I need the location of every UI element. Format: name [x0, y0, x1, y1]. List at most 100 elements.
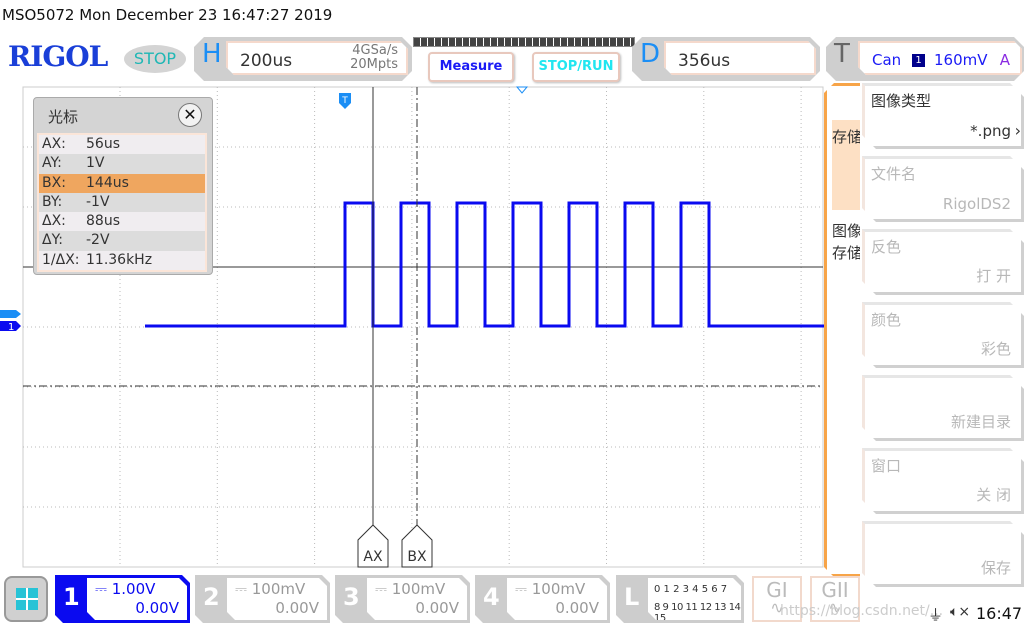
- channel-number: 1: [63, 583, 80, 611]
- rigol-logo: RIGOL: [8, 40, 108, 73]
- cursor-readout-list: AX: 56us AY: 1V BX: 144us BY: -1V ΔX: 88us ΔY: -2V 1…: [37, 133, 207, 273]
- side-menu: 存储 图像存储 图像类型 *.png › 文件名 RigolDS2 反色打 开颜色彩色新建…: [822, 83, 1024, 579]
- menu-item-value: 彩色: [980, 340, 1011, 358]
- channel-3-panel[interactable]: 3 ⎓ 100mV 0.00V: [335, 575, 470, 623]
- cursor-row[interactable]: ΔX: 88us: [39, 212, 205, 232]
- horizontal-letter: H: [202, 39, 222, 69]
- cursor-row[interactable]: BX: 144us: [39, 173, 205, 193]
- channel-1-panel[interactable]: 1 ⎓ 1.00V 0.00V: [55, 575, 190, 623]
- dc-coupling-icon: ⎓: [375, 580, 392, 598]
- side-menu-item[interactable]: 颜色彩色: [862, 302, 1024, 368]
- trigger-panel[interactable]: T Can 1 160mV A: [826, 37, 1024, 81]
- cursor-row[interactable]: AY: 1V: [39, 154, 205, 174]
- dc-coupling-icon: ⎓: [95, 580, 112, 598]
- memory-depth: 20Mpts: [350, 57, 398, 72]
- sample-rate: 4GSa/s: [352, 43, 398, 58]
- trigger-position-label: T: [341, 96, 348, 106]
- usb-icon: ⏚: [928, 606, 944, 624]
- watermark: https://blog.csdn.net/...: [780, 603, 944, 619]
- menu-item-title: 颜色: [871, 311, 902, 329]
- channel-1-marker-label: 1: [8, 322, 14, 333]
- cursor-a-label: AX: [363, 549, 383, 565]
- cursor-row-key: ΔY:: [42, 232, 63, 249]
- channel-offset: 0.00V: [415, 599, 459, 617]
- trigger-source-badge: 1: [912, 54, 925, 67]
- side-menu-item[interactable]: 图像类型 *.png ›: [862, 83, 1024, 149]
- stop-run-button[interactable]: STOP/RUN: [532, 52, 620, 82]
- memory-position-bar[interactable]: [413, 37, 635, 47]
- delay-value: 356us: [678, 51, 731, 71]
- menu-item-value: 保存: [980, 559, 1011, 577]
- cursor-row-value: -2V: [86, 232, 110, 249]
- cursor-row-key: AX:: [42, 136, 66, 152]
- trigger-level-marker: [0, 310, 21, 318]
- channel-2-panel[interactable]: 2 ⎓ 100mV 0.00V: [195, 575, 330, 623]
- logic-row-1: 0 1 2 3 4 5 6 7: [654, 584, 728, 595]
- cursor-row[interactable]: BY: -1V: [39, 192, 205, 213]
- ch1-waveform: [145, 201, 830, 328]
- side-menu-item[interactable]: 保存: [862, 521, 1024, 587]
- tab-storage[interactable]: 存储: [832, 120, 862, 210]
- cursor-row-key: AY:: [42, 155, 62, 172]
- menu-item-value: *.png: [970, 122, 1011, 140]
- menu-item-value: RigolDS2: [942, 195, 1011, 213]
- logic-channel-panel[interactable]: L 0 1 2 3 4 5 6 7 8 9 10 11 12 13 14 15: [616, 575, 744, 623]
- side-menu-item[interactable]: 文件名 RigolDS2: [862, 156, 1024, 222]
- measure-button[interactable]: Measure: [428, 52, 514, 82]
- menu-item-title: 窗口: [871, 457, 902, 475]
- mute-icon[interactable]: 🔈︎×: [950, 604, 970, 620]
- cursor-row-key: BX:: [42, 174, 66, 191]
- close-icon[interactable]: ✕: [178, 103, 202, 127]
- side-menu-item[interactable]: 反色打 开: [862, 229, 1024, 295]
- cursor-row[interactable]: ΔY: -2V: [39, 231, 205, 251]
- cursor-row-key: BY:: [42, 193, 63, 210]
- grid-icon: [16, 588, 38, 610]
- side-menu-item[interactable]: 窗口关 闭: [862, 448, 1024, 514]
- channel-scale: ⎓ 100mV: [235, 580, 306, 598]
- channel-offset: 0.00V: [275, 599, 319, 617]
- delay-letter: D: [640, 39, 661, 69]
- horizontal-panel[interactable]: H 200us 4GSa/s 20Mpts: [194, 37, 412, 81]
- cursor-b-label: BX: [407, 549, 427, 565]
- side-tab-frame: 存储 图像存储: [824, 83, 860, 577]
- channel-scale: ⎓ 1.00V: [95, 580, 156, 598]
- side-menu-item[interactable]: 新建目录: [862, 375, 1024, 441]
- menu-item-value: 新建目录: [950, 413, 1011, 431]
- channel-scale: ⎓ 100mV: [375, 580, 446, 598]
- cursor-row[interactable]: 1/ΔX: 11.36kHz: [39, 250, 205, 271]
- menu-item-value: 关 闭: [976, 486, 1011, 504]
- channel-number: 2: [203, 583, 220, 611]
- chevron-right-icon: ›: [1014, 121, 1021, 140]
- channel-number: 4: [483, 583, 500, 611]
- apps-button[interactable]: [4, 576, 48, 622]
- cursor-row-value: 88us: [86, 213, 120, 230]
- window-title: MSO5072 Mon December 23 16:47:27 2019: [2, 6, 333, 24]
- trigger-letter: T: [834, 39, 850, 69]
- menu-item-title: 图像类型: [871, 92, 932, 110]
- menu-item-value: 打 开: [976, 267, 1011, 285]
- tab-image-storage[interactable]: 图像存储: [832, 214, 862, 314]
- menu-item-title: 反色: [871, 238, 902, 256]
- channel-offset: 0.00V: [555, 599, 599, 617]
- cursor-row-value: 1V: [86, 155, 105, 172]
- logic-row-2: 8 9 10 11 12 13 14 15: [654, 602, 741, 624]
- cursor-row-value: 11.36kHz: [86, 251, 153, 268]
- cursor-row-value: -1V: [86, 193, 110, 210]
- cursor-row-key: ΔX:: [42, 213, 66, 230]
- channel-scale: ⎓ 100mV: [515, 580, 586, 598]
- cursor-row[interactable]: AX: 56us: [39, 135, 205, 155]
- delay-panel[interactable]: D 356us: [632, 37, 820, 81]
- run-state-badge[interactable]: STOP: [124, 45, 186, 73]
- menu-item-title: 文件名: [871, 165, 917, 183]
- trigger-type: Can: [872, 51, 902, 69]
- center-marker: [515, 86, 529, 94]
- channel-4-panel[interactable]: 4 ⎓ 100mV 0.00V: [475, 575, 610, 623]
- channel-number: 3: [343, 583, 360, 611]
- clock: 16:47: [976, 604, 1023, 623]
- cursor-row-value: 56us: [86, 136, 120, 152]
- channel-offset: 0.00V: [135, 599, 179, 617]
- logic-letter: L: [624, 583, 640, 611]
- dc-coupling-icon: ⎓: [515, 580, 532, 598]
- cursor-row-key: 1/ΔX:: [42, 251, 80, 268]
- cursor-panel: 光标 ✕ AX: 56us AY: 1V BX: 144us BY: -1V ΔX: 88us ΔY…: [33, 97, 213, 275]
